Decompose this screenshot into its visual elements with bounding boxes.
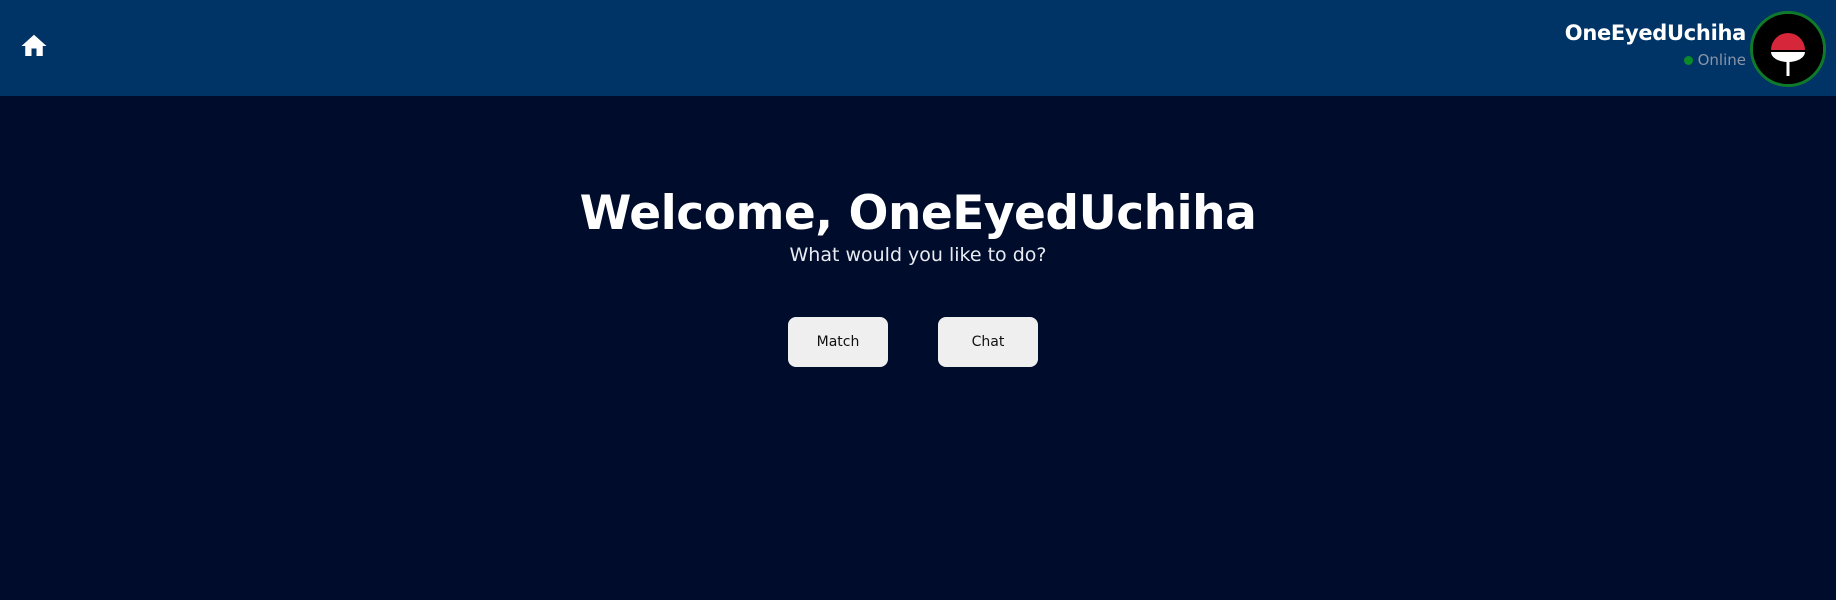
welcome-subtitle: What would you like to do? bbox=[789, 244, 1047, 266]
match-button[interactable]: Match bbox=[788, 317, 888, 367]
online-status: Online bbox=[1565, 50, 1746, 70]
user-info: OneEyedUchiha Online bbox=[1564, 20, 1747, 70]
user-avatar[interactable] bbox=[1750, 11, 1826, 87]
status-text: Online bbox=[1697, 51, 1746, 69]
top-navigation-bar: OneEyedUchiha Online bbox=[0, 0, 1836, 96]
welcome-heading: Welcome, OneEyedUchiha bbox=[0, 186, 1836, 242]
uchiha-clan-icon bbox=[1753, 14, 1823, 84]
chat-button[interactable]: Chat bbox=[938, 317, 1038, 367]
username: OneEyedUchiha bbox=[1564, 21, 1747, 45]
status-dot-icon bbox=[1683, 55, 1693, 65]
welcome-prefix: Welcome, bbox=[579, 186, 849, 241]
home-button[interactable] bbox=[19, 31, 49, 61]
home-icon bbox=[21, 34, 47, 56]
welcome-username: OneEyedUchiha bbox=[848, 186, 1257, 241]
